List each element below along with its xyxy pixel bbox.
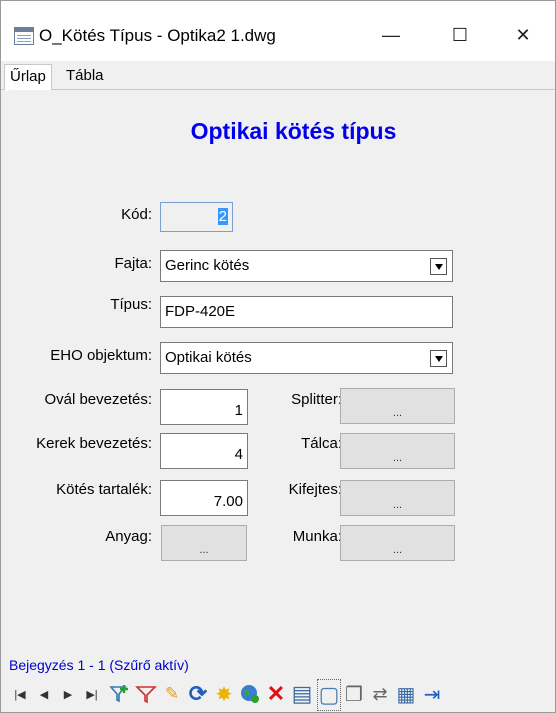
kod-value: 2 [217,208,228,225]
app-window: O_Kötés Típus - Optika2 1.dwg — ☐ ✕ Űrla… [0,0,556,713]
link-icon[interactable]: ⇄ [369,679,391,709]
oval-field[interactable]: 1 [160,389,248,425]
title-bar[interactable]: O_Kötés Típus - Optika2 1.dwg — ☐ ✕ [1,1,555,61]
table-app-icon [14,27,34,45]
kod-label: Kód: [121,206,152,223]
previous-record-icon[interactable]: ◀ [33,679,55,709]
kifejtes-label: Kifejtes: [288,481,342,498]
edit-icon[interactable]: ✎ [161,679,183,709]
tipus-label: Típus: [110,296,152,313]
eho-label: EHO objektum: [50,347,152,364]
filter-icon[interactable] [135,679,157,709]
form-panel: Optikai kötés típus Kód: 2 Fajta: Gerinc… [9,90,554,648]
exit-icon[interactable]: ⇥ [421,679,443,709]
refresh-icon[interactable]: ⟳ [187,679,209,709]
eho-combobox[interactable]: Optikai kötés [160,342,453,374]
window-title: O_Kötés Típus - Optika2 1.dwg [39,26,276,45]
kerek-field[interactable]: 4 [160,433,248,469]
tab-tabla[interactable]: Tábla [61,64,109,88]
record-toolbar: |◀ ◀ ▶ ▶| ✎ ⟳ ✸ ✕ ▤ ▢ ❐ ⇄ ▦ ⇥ [9,679,555,711]
anyag-button[interactable]: ... [161,525,247,561]
talca-button[interactable]: ... [340,433,455,469]
tartalek-label: Kötés tartalék: [56,481,152,498]
form-title: Optikai kötés típus [190,118,397,144]
maximize-button[interactable]: ☐ [437,19,483,51]
globe-icon[interactable] [239,679,261,709]
fajta-value: Gerinc kötés [165,257,250,274]
tab-urlap[interactable]: Űrlap [4,64,52,91]
tab-strip: Űrlap Tábla [1,61,555,91]
munka-button[interactable]: ... [340,525,455,561]
oval-label: Ovál bevezetés: [44,391,152,408]
copy-icon[interactable]: ❐ [343,679,365,709]
last-record-icon[interactable]: ▶| [81,679,103,709]
eho-value: Optikai kötés [165,349,252,366]
select-icon[interactable]: ▢ [317,679,341,711]
talca-label: Tálca: [301,435,342,452]
new-record-icon[interactable]: ✸ [213,679,235,709]
delete-icon[interactable]: ✕ [265,679,287,709]
print-icon[interactable]: ▤ [291,679,313,709]
eho-dropdown-icon[interactable] [430,350,447,367]
tipus-field[interactable]: FDP-420E [160,296,453,328]
table-view-icon[interactable]: ▦ [395,679,417,709]
fajta-combobox[interactable]: Gerinc kötés [160,250,453,282]
kerek-label: Kerek bevezetés: [36,435,152,452]
add-filter-icon[interactable] [109,679,131,709]
anyag-label: Anyag: [105,528,152,545]
splitter-button[interactable]: ... [340,388,455,424]
record-status: Bejegyzés 1 - 1 (Szűrő aktív) [9,657,189,673]
tartalek-field[interactable]: 7.00 [160,480,248,516]
fajta-dropdown-icon[interactable] [430,258,447,275]
next-record-icon[interactable]: ▶ [57,679,79,709]
first-record-icon[interactable]: |◀ [9,679,31,709]
minimize-button[interactable]: — [368,19,414,51]
fajta-label: Fajta: [114,255,152,272]
splitter-label: Splitter: [291,391,342,408]
kod-field[interactable]: 2 [160,202,233,232]
munka-label: Munka: [292,528,342,545]
kifejtes-button[interactable]: ... [340,480,455,516]
close-button[interactable]: ✕ [500,19,546,51]
